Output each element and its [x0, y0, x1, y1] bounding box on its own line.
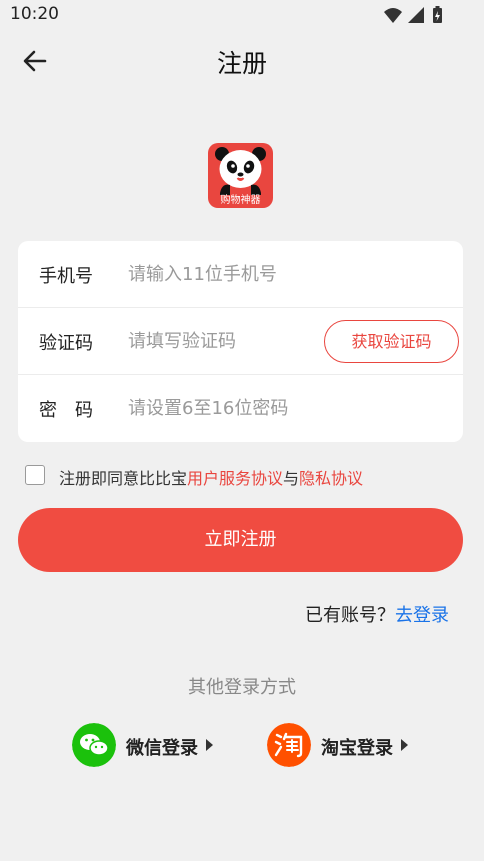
app-logo: 购物神器: [208, 143, 273, 208]
battery-charging-icon: [433, 6, 442, 23]
service-agreement-link[interactable]: 用户服务协议: [187, 469, 283, 488]
phone-input[interactable]: [128, 255, 328, 293]
taobao-login-label: 淘宝登录: [321, 738, 393, 759]
agreement-prefix: 注册即同意比比宝: [59, 469, 188, 488]
go-login-link[interactable]: 去登录: [395, 605, 449, 626]
agreement-connector: 与: [283, 469, 300, 488]
taobao-icon: [267, 723, 311, 767]
wifi-icon: [384, 8, 402, 23]
phone-label: 手机号: [39, 266, 93, 287]
chevron-right-icon: [401, 739, 408, 751]
privacy-policy-link[interactable]: 隐私协议: [299, 469, 363, 488]
agreement-row: 注册即同意比比宝用户服务协议与隐私协议: [25, 463, 465, 489]
password-label: 密 码: [39, 400, 93, 421]
wechat-login-label: 微信登录: [126, 738, 198, 759]
password-row: 密 码: [18, 375, 463, 442]
logo-caption: 购物神器: [220, 195, 261, 206]
other-login-title: 其他登录方式: [188, 677, 296, 698]
wechat-icon: [72, 723, 116, 767]
get-code-button[interactable]: 获取验证码: [324, 320, 459, 363]
chevron-right-icon: [206, 739, 213, 751]
panda-logo-icon: [215, 147, 266, 195]
status-icons: [384, 6, 442, 23]
agreement-text: 注册即同意比比宝用户服务协议与隐私协议: [59, 465, 363, 489]
signal-icon: [408, 7, 424, 23]
wechat-login-button[interactable]: 微信登录: [72, 723, 222, 767]
phone-row: 手机号: [18, 241, 463, 308]
password-input[interactable]: [128, 389, 328, 427]
status-time: 10:20: [10, 4, 59, 24]
page-title: 注册: [216, 49, 267, 78]
code-row: 验证码 获取验证码: [18, 308, 463, 375]
agreement-checkbox[interactable]: [25, 465, 45, 485]
login-prompt: 已有账号？去登录: [305, 601, 449, 627]
code-input[interactable]: [128, 322, 308, 360]
register-button[interactable]: 立即注册: [18, 508, 463, 572]
login-prompt-text: 已有账号？: [305, 605, 395, 626]
taobao-login-button[interactable]: 淘宝登录: [267, 723, 417, 767]
code-label: 验证码: [39, 333, 93, 354]
nav-bar: 注册: [0, 30, 484, 90]
register-form: 手机号 验证码 获取验证码 密 码: [18, 241, 463, 442]
status-bar: 10:20: [0, 0, 484, 30]
